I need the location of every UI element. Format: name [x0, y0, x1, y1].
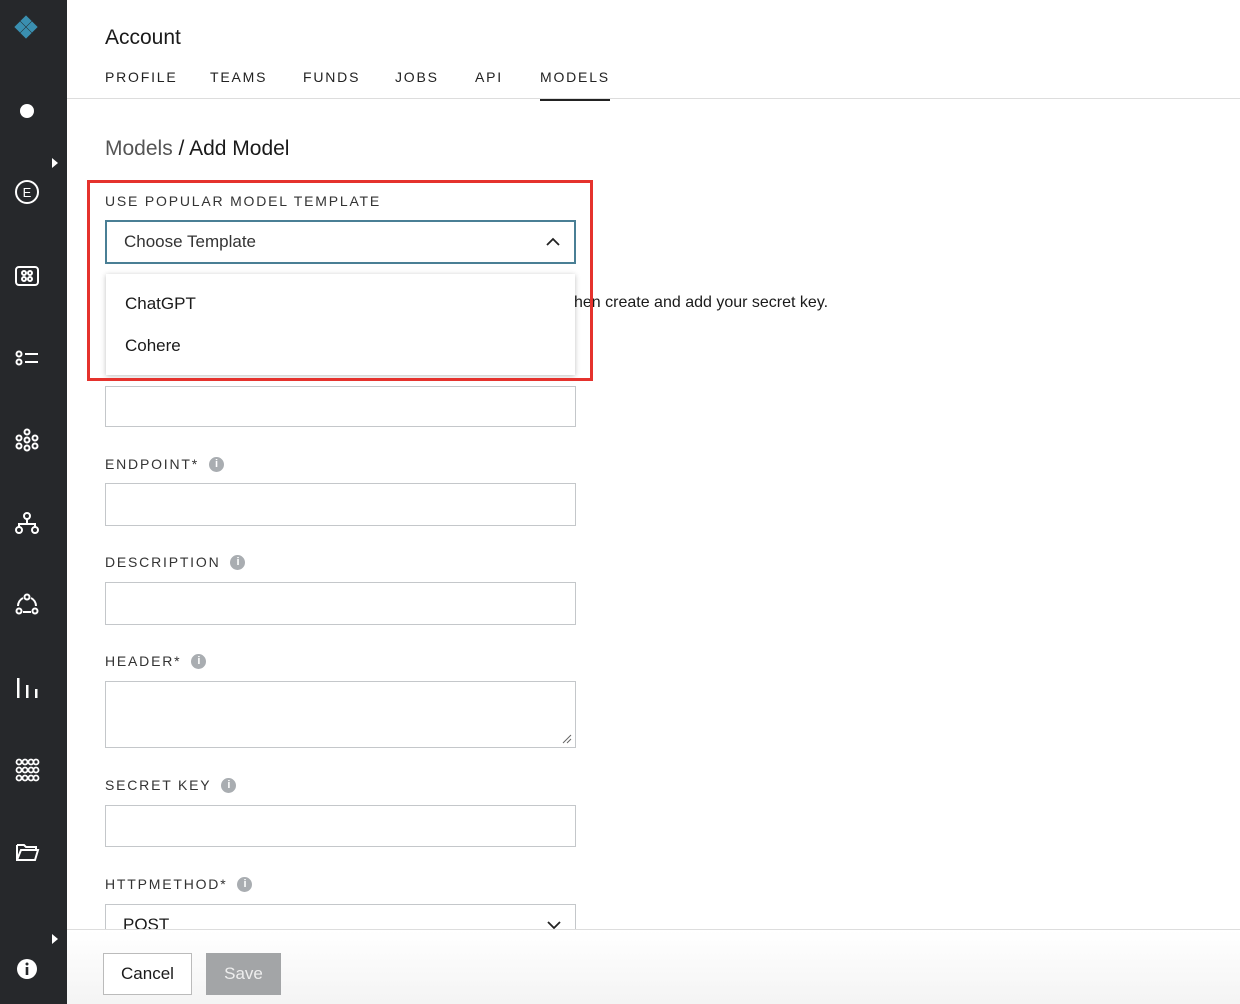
tab-profile[interactable]: PROFILE [105, 69, 178, 99]
template-dropdown-menu: ChatGPT Cohere [106, 274, 575, 375]
template-placeholder: Choose Template [124, 232, 256, 251]
network-icon[interactable] [13, 426, 41, 454]
secret-key-input[interactable] [105, 805, 576, 847]
chevron-up-icon [546, 237, 560, 246]
cycle-icon[interactable] [13, 591, 41, 619]
info-icon[interactable]: i [191, 653, 207, 669]
option-chatgpt[interactable]: ChatGPT [125, 294, 196, 314]
header-textarea[interactable] [105, 681, 576, 748]
tab-funds[interactable]: FUNDS [303, 69, 360, 99]
status-dot-icon[interactable] [13, 97, 41, 125]
description-label-text: DESCRIPTION [105, 554, 221, 570]
expand-arrow-icon[interactable] [52, 934, 58, 944]
endpoint-label-text: ENDPOINT* [105, 456, 199, 472]
tab-models[interactable]: MODELS [540, 69, 610, 101]
http-method-label-text: HTTPMETHOD* [105, 876, 228, 892]
tab-teams[interactable]: TEAMS [210, 69, 267, 99]
header-label-text: HEADER* [105, 653, 182, 669]
info-icon[interactable]: i [237, 876, 253, 892]
secret-key-label-text: SECRET KEY [105, 777, 212, 793]
breadcrumb-current: Add Model [189, 137, 290, 160]
endpoint-label: ENDPOINT* i [105, 456, 224, 472]
help-text: hen create and add your secret key. [574, 294, 829, 311]
header-label: HEADER* i [105, 653, 207, 669]
expand-arrow-icon[interactable] [52, 158, 58, 168]
breadcrumb-separator: / [178, 137, 185, 160]
folder-grid-icon[interactable] [13, 262, 41, 290]
template-label: USE POPULAR MODEL TEMPLATE [105, 193, 382, 209]
description-input[interactable] [105, 582, 576, 625]
breadcrumb: Models / Add Model [105, 137, 289, 161]
logo-icon[interactable] [13, 14, 41, 42]
page-title: Account [105, 26, 181, 49]
svg-text:E: E [23, 185, 32, 200]
breadcrumb-models-link[interactable]: Models [105, 137, 173, 160]
option-cohere[interactable]: Cohere [125, 336, 181, 356]
info-icon[interactable]: i [221, 777, 237, 793]
save-button[interactable]: Save [206, 953, 281, 995]
info-icon[interactable]: i [230, 554, 246, 570]
hierarchy-icon[interactable] [13, 509, 41, 537]
bar-chart-icon[interactable] [13, 674, 41, 702]
endpoint-input[interactable] [105, 483, 576, 526]
tab-api[interactable]: API [475, 69, 503, 99]
resize-handle-icon[interactable] [562, 734, 572, 744]
header: Account PROFILE TEAMS FUNDS JOBS API MOD… [67, 0, 1240, 101]
name-input[interactable] [105, 386, 576, 427]
description-label: DESCRIPTION i [105, 554, 246, 570]
info-icon[interactable]: i [209, 456, 224, 472]
apps-grid-icon[interactable] [13, 756, 41, 784]
http-method-label: HTTPMETHOD* i [105, 876, 253, 892]
template-select[interactable]: Choose Template [105, 220, 576, 264]
info-icon[interactable] [13, 955, 41, 983]
sidebar: E [0, 0, 67, 1004]
e-circle-icon[interactable]: E [13, 178, 41, 206]
list-icon[interactable] [13, 344, 41, 372]
folder-open-icon[interactable] [13, 838, 41, 866]
cancel-button[interactable]: Cancel [103, 953, 192, 995]
secret-key-label: SECRET KEY i [105, 777, 237, 793]
tab-jobs[interactable]: JOBS [395, 69, 439, 99]
